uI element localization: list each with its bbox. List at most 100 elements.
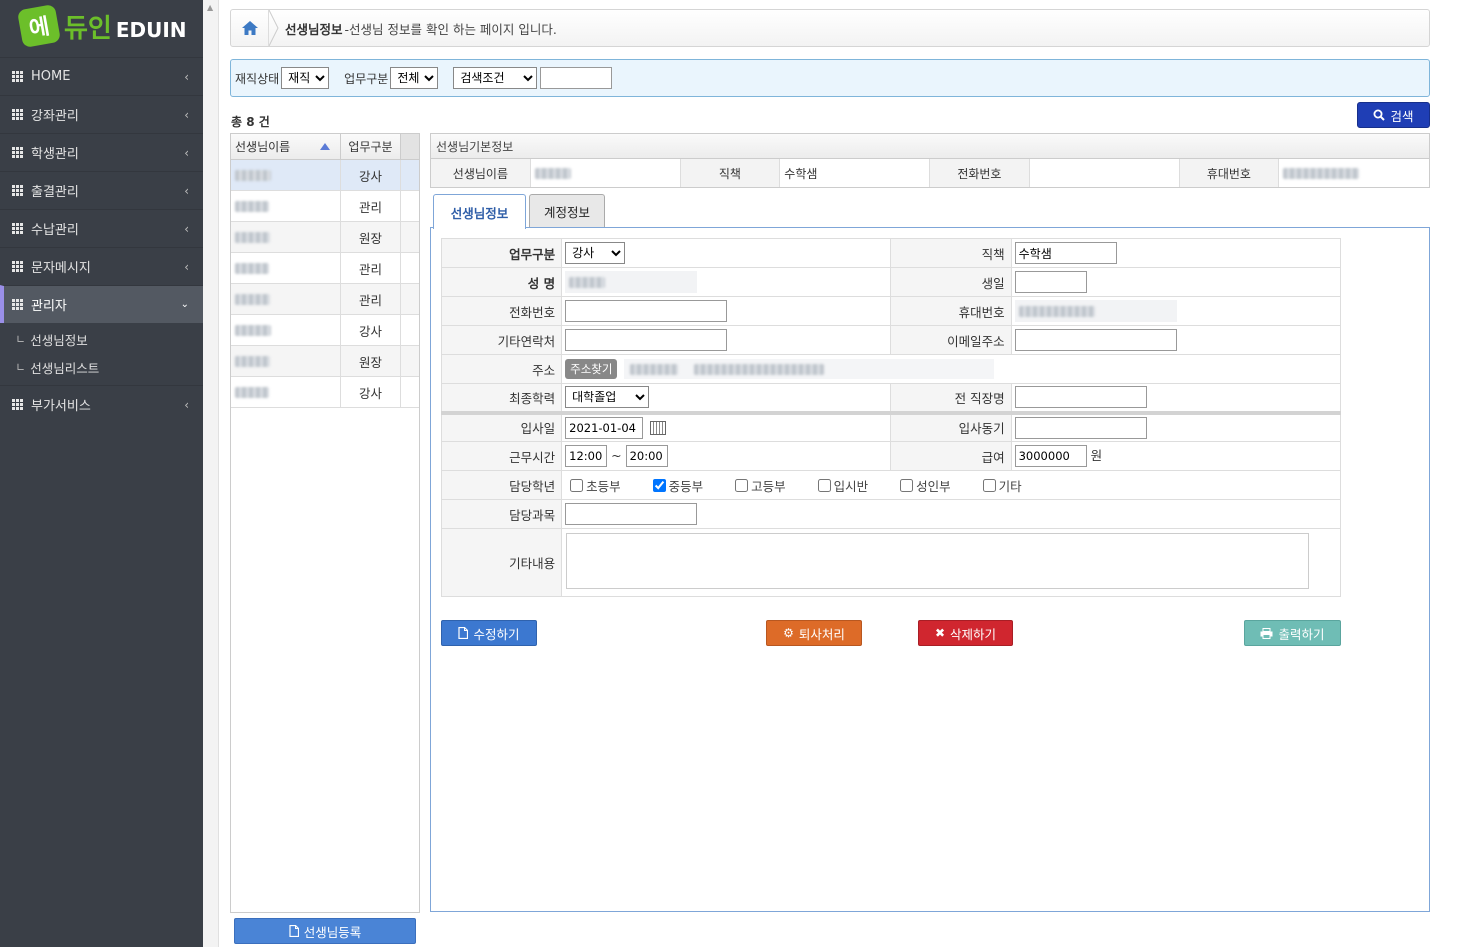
- table-row[interactable]: 강사: [231, 315, 419, 346]
- home-button[interactable]: [231, 10, 269, 46]
- sidebar-item-home[interactable]: HOME ‹: [0, 57, 203, 95]
- edit-button[interactable]: 수정하기: [441, 620, 537, 646]
- grade-checkbox-elementary[interactable]: 초등부: [562, 476, 621, 495]
- admin-submenu: ∟ 선생님정보 ∟ 선생님리스트: [0, 323, 203, 385]
- birth-input[interactable]: [1014, 271, 1087, 293]
- name-input-blurred[interactable]: [565, 271, 698, 293]
- work-start-input[interactable]: [565, 445, 608, 467]
- table-row[interactable]: 관리: [231, 253, 419, 284]
- grid-icon: [12, 147, 23, 158]
- status-filter-label: 재직상태: [235, 71, 280, 86]
- basic-name-label: 선생님이름: [431, 159, 531, 187]
- grade-checkbox-other[interactable]: 기타: [975, 476, 1022, 495]
- type-select[interactable]: 전체: [390, 67, 439, 89]
- grade-checkbox-adult[interactable]: 성인부: [892, 476, 951, 495]
- subject-cell: [561, 499, 1341, 529]
- mobile-cell: [1010, 296, 1342, 326]
- chevron-down-icon: ⌄: [180, 299, 189, 310]
- row-name-blurred: [231, 346, 341, 376]
- basic-phone-label: 전화번호: [930, 159, 1030, 187]
- grade-label: 담당학년: [440, 470, 563, 500]
- join-date-label: 입사일: [440, 410, 563, 442]
- table-row[interactable]: 강사: [231, 160, 419, 191]
- register-teacher-button[interactable]: 선생님등록: [234, 918, 416, 944]
- table-row[interactable]: 원장: [231, 222, 419, 253]
- calendar-icon[interactable]: [650, 421, 667, 436]
- sidebar-item-courses[interactable]: 강좌관리 ‹: [0, 95, 203, 133]
- name-cell: [561, 267, 892, 297]
- print-button[interactable]: 출력하기: [1244, 620, 1341, 646]
- table-row[interactable]: 강사: [231, 377, 419, 408]
- corner-icon: ∟: [16, 360, 26, 374]
- close-icon: ✖: [934, 626, 946, 640]
- birth-label: 생일: [890, 267, 1012, 297]
- header-filler: [401, 134, 419, 159]
- email-input[interactable]: [1014, 329, 1177, 351]
- join-date-input[interactable]: [565, 416, 644, 439]
- phone-input[interactable]: [565, 300, 728, 322]
- table-row[interactable]: 관리: [231, 284, 419, 315]
- salary-label: 급여: [890, 441, 1012, 471]
- search-button[interactable]: 검색: [1357, 102, 1430, 128]
- table-row[interactable]: 관리: [231, 191, 419, 222]
- gear-icon: ⚙: [783, 626, 794, 640]
- row-type: 원장: [341, 346, 401, 376]
- search-condition-select[interactable]: 검색조건: [453, 67, 538, 89]
- phone-cell: [561, 296, 892, 326]
- status-select[interactable]: 재직: [281, 67, 330, 89]
- sidebar-item-attendance[interactable]: 출결관리 ‹: [0, 171, 203, 209]
- basic-info-panel: 선생님기본정보 선생님이름 직책 수학샘 전화번호 휴대번호: [430, 133, 1430, 188]
- join-motive-input[interactable]: [1014, 416, 1147, 439]
- prev-job-input[interactable]: [1014, 386, 1147, 409]
- search-input[interactable]: [540, 67, 613, 89]
- table-row[interactable]: 원장: [231, 346, 419, 377]
- sidebar-item-admin[interactable]: 관리자 ⌄: [0, 285, 203, 323]
- logo[interactable]: 에 듀인 EDUIN: [16, 3, 187, 49]
- mobile-input-blurred[interactable]: [1014, 300, 1177, 322]
- logo-korean-text: 듀인: [64, 13, 112, 44]
- teacher-detail-panel: 업무구분 강사 직책 성 명 생일 전화번호 휴대번호: [430, 227, 1430, 912]
- other-contact-input[interactable]: [565, 329, 728, 351]
- work-end-input[interactable]: [625, 445, 668, 467]
- subject-input[interactable]: [565, 503, 698, 525]
- breadcrumb-separator-icon: [268, 9, 279, 47]
- edit-button-label: 수정하기: [473, 626, 520, 642]
- vertical-scrollbar[interactable]: ▲: [203, 0, 219, 947]
- address-input-blurred[interactable]: [624, 359, 995, 380]
- submenu-item-teacher-info[interactable]: ∟ 선생님정보: [0, 325, 203, 353]
- delete-button[interactable]: ✖ 삭제하기: [918, 620, 1013, 646]
- column-header-type[interactable]: 업무구분: [341, 134, 401, 159]
- scroll-up-icon[interactable]: ▲: [207, 3, 213, 12]
- position-input[interactable]: [1014, 242, 1117, 264]
- position-cell: [1010, 238, 1342, 268]
- sidebar-item-label: 수납관리: [31, 223, 79, 238]
- column-header-label: 선생님이름: [235, 140, 291, 154]
- education-select[interactable]: 대학졸업: [565, 386, 650, 409]
- row-type: 관리: [341, 191, 401, 221]
- grade-checkbox-exam[interactable]: 입시반: [810, 476, 868, 495]
- row-name-blurred: [231, 377, 341, 407]
- sidebar-menu: HOME ‹ 강좌관리 ‹ 학생관리 ‹ 출결관리 ‹ 수납관리 ‹ 문자메시지…: [0, 57, 203, 423]
- search-button-label: 검색: [1390, 108, 1414, 124]
- resign-button[interactable]: ⚙ 퇴사처리: [766, 620, 862, 646]
- salary-input[interactable]: [1014, 445, 1087, 467]
- address-cell: 주소찾기: [561, 354, 1341, 384]
- chevron-left-icon: ‹: [184, 70, 189, 84]
- work-type-select[interactable]: 강사: [565, 242, 626, 264]
- join-date-cell: [561, 410, 892, 442]
- sidebar-item-payments[interactable]: 수납관리 ‹: [0, 209, 203, 247]
- grade-checkbox-middle[interactable]: 중등부: [645, 476, 703, 495]
- memo-textarea[interactable]: [566, 533, 1310, 589]
- grade-checkbox-high[interactable]: 고등부: [727, 476, 786, 495]
- sidebar-item-extras[interactable]: 부가서비스 ‹: [0, 385, 203, 423]
- tab-teacher-info[interactable]: 선생님정보: [433, 194, 526, 229]
- sidebar-item-label: 출결관리: [31, 185, 79, 200]
- sidebar-item-students[interactable]: 학생관리 ‹: [0, 133, 203, 171]
- address-search-button[interactable]: 주소찾기: [565, 358, 618, 379]
- tab-account-info[interactable]: 계정정보: [529, 194, 605, 228]
- submenu-item-teacher-list[interactable]: ∟ 선생님리스트: [0, 353, 203, 381]
- column-header-name[interactable]: 선생님이름: [231, 134, 341, 159]
- sidebar-item-messages[interactable]: 문자메시지 ‹: [0, 247, 203, 285]
- subject-label: 담당과목: [440, 499, 563, 529]
- row-type: 강사: [341, 377, 401, 407]
